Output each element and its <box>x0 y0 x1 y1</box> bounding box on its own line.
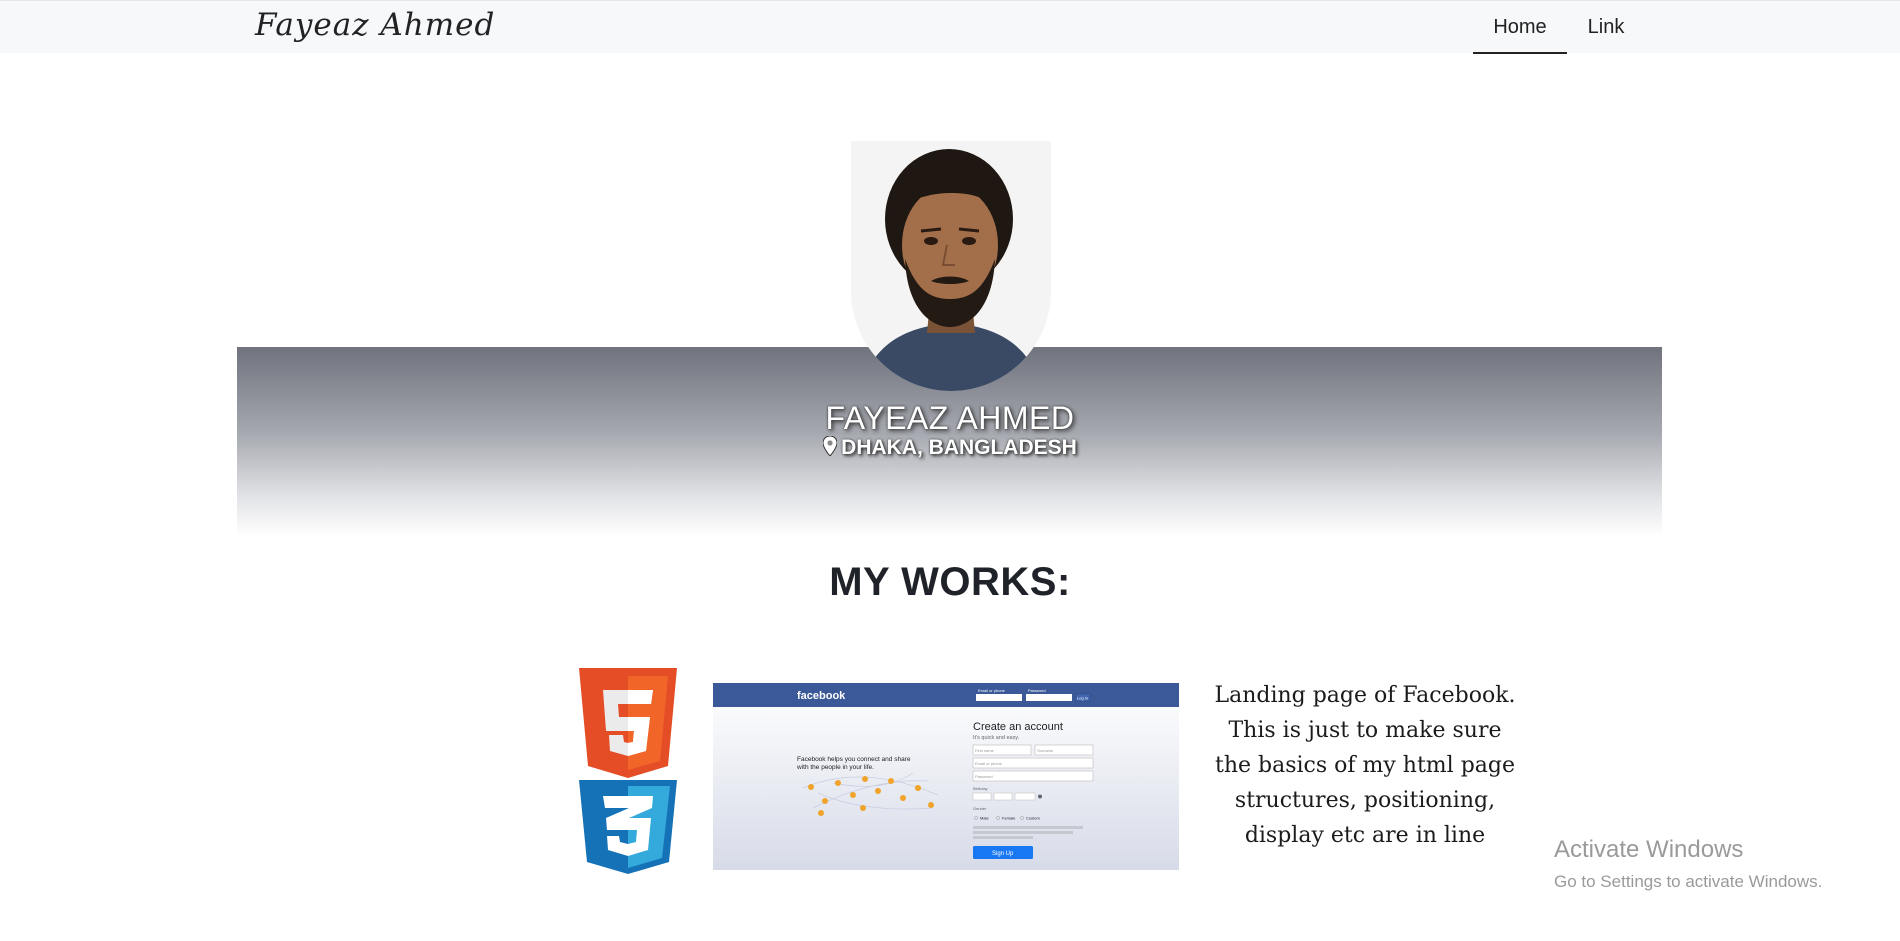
profile-avatar <box>851 141 1051 391</box>
fb-tagline: Facebook helps you connect and share <box>797 756 911 763</box>
fb-gender-male: Male <box>980 816 989 821</box>
activate-windows-subtitle: Go to Settings to activate Windows. <box>1554 872 1823 891</box>
fb-firstname-input: First name <box>975 748 995 753</box>
fb-tagline-2: with the people in your life. <box>796 764 874 771</box>
html5-icon <box>579 668 677 778</box>
profile-location: DHAKA, BANGLADESH <box>0 436 1900 460</box>
fb-surname-input: Surname <box>1037 748 1054 753</box>
fb-logo-text: facebook <box>797 690 846 702</box>
fb-login-button: Log In <box>1077 696 1088 701</box>
fb-password-input: Password <box>975 774 993 779</box>
profile-location-text: DHAKA, BANGLADESH <box>841 436 1077 459</box>
project-description: Landing page of Facebook. This is just t… <box>1214 683 1516 848</box>
brand-logo[interactable]: Fayeaz Ahmed <box>255 7 495 43</box>
fb-gender-custom: Custom <box>1026 816 1040 821</box>
fb-create-heading: Create an account <box>973 721 1063 733</box>
fb-email-input: Email or phone <box>975 761 1003 766</box>
fb-gender-label: Gender <box>973 806 987 811</box>
fb-signup-button: Sign Up <box>992 851 1014 857</box>
facebook-project-screenshot[interactable]: facebook Email or phone Password Log In … <box>713 683 1179 870</box>
nav-link-link[interactable]: Link <box>1570 1 1642 54</box>
navbar: Fayeaz Ahmed Home Link <box>0 0 1900 54</box>
fb-password-label: Password <box>1028 688 1046 693</box>
activate-windows-title: Activate Windows <box>1554 836 1744 863</box>
fb-birthday-label: Birthday <box>973 786 988 791</box>
profile-name: FAYEAZ AHMED <box>825 400 1075 436</box>
works-heading: MY WORKS: <box>829 560 1071 604</box>
fb-email-label: Email or phone <box>978 688 1006 693</box>
fb-gender-female: Female <box>1002 816 1016 821</box>
fb-create-subheading: It's quick and easy. <box>973 735 1020 741</box>
map-pin-icon <box>823 436 838 456</box>
css3-icon <box>579 780 677 874</box>
nav-home-link[interactable]: Home <box>1473 1 1567 54</box>
